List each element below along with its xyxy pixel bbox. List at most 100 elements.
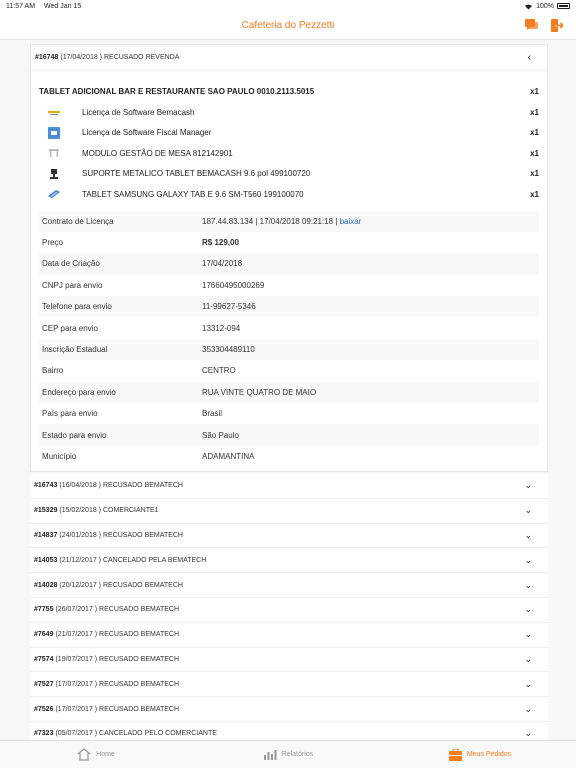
nav-actions (524, 18, 564, 32)
detail-row: CNPJ para envio 17660495000269 (39, 275, 539, 296)
product-name: TABLET ADICIONAL BAR E RESTAURANTE SAO P… (39, 87, 315, 96)
chevron-down-icon[interactable]: ⌄ (524, 604, 532, 615)
detail-row: Telefone para envio 11-99627-5346 (39, 296, 539, 318)
item-qty: x1 (530, 169, 539, 179)
detail-label: Endereço para envio (42, 387, 116, 397)
detail-value: CENTRO (202, 366, 236, 376)
home-icon (77, 748, 91, 761)
order-id: #7755 (34, 606, 54, 614)
detail-row: Inscrição Estadual 353304489110 (39, 338, 539, 361)
item-name: Licença de Software Bemacash (82, 107, 195, 117)
order-id: #16743 (34, 482, 58, 490)
detail-value: 187.44.83.134 | 17/04/2018 09:21:18 | ba… (202, 217, 539, 226)
item-qty: x1 (530, 107, 539, 117)
orders-icon (448, 748, 462, 761)
order-row[interactable]: #7755 (26/07/2017 ) RECUSADO BEMATECH ⌄ (30, 598, 548, 623)
order-header[interactable]: #16748 (17/04/2018 ) RECUSADO REVENDA ‹ (31, 45, 547, 71)
orders-list[interactable]: #16748 (17/04/2018 ) RECUSADO REVENDA ‹ … (0, 40, 576, 740)
detail-value: RUA VINTE QUATRO DE MAIO (202, 387, 317, 397)
order-row[interactable]: #14837 (24/01/2018 ) RECUSADO BEMATECH ⌄ (30, 523, 548, 549)
order-id: #7323 (34, 730, 54, 738)
item-name: Licença de Software Fiscal Manager (82, 128, 212, 138)
status-time: 11:57 AM (6, 2, 36, 10)
order-row[interactable]: #7574 (19/07/2017 ) RECUSADO BEMATECH ⌄ (30, 647, 548, 673)
order-row[interactable]: #7649 (21/07/2017 ) RECUSADO BEMATECH ⌄ (30, 622, 548, 648)
order-id: #7649 (34, 631, 54, 639)
tablet-stand-icon (47, 168, 61, 180)
list-item: MODULO GESTÃO DE MESA 812142901 x1 (31, 143, 547, 164)
list-item: Licença de Software Fiscal Manager x1 (31, 123, 547, 144)
detail-label: Município (42, 451, 77, 461)
chevron-down-icon[interactable]: ⌄ (524, 505, 532, 516)
chevron-down-icon[interactable]: ⌄ (524, 555, 532, 566)
detail-row: Endereço para envio RUA VINTE QUATRO DE … (39, 381, 539, 404)
detail-label: CNPJ para envio (42, 280, 103, 290)
chevron-left-icon[interactable]: ‹ (528, 52, 531, 63)
logout-icon[interactable] (550, 18, 564, 32)
detail-value: 17660495000269 (202, 280, 265, 290)
order-details: Contrato de Licença 187.44.83.134 | 17/0… (39, 210, 539, 468)
item-name: MODULO GESTÃO DE MESA 812142901 (82, 148, 233, 158)
order-id: #16748 (35, 54, 59, 61)
fiscal-manager-icon (47, 126, 61, 139)
contract-info: 187.44.83.134 | 17/04/2018 09:21:18 | (202, 216, 340, 226)
order-row[interactable]: #14053 (21/12/2017 ) CANCELADO PELA BEMAT… (30, 548, 548, 574)
chevron-down-icon[interactable]: ⌄ (524, 580, 532, 591)
order-meta: (17/07/2017 ) RECUSADO BEMATECH (55, 680, 180, 688)
list-item: Licença de Software Bemacash x1 (31, 102, 547, 123)
tablet-icon (47, 188, 61, 200)
detail-label: Telefone para envio (42, 302, 112, 312)
order-meta: (21/07/2017 ) RECUSADO BEMATECH (55, 631, 180, 639)
order-meta: (26/07/2017 ) RECUSADO BEMATECH (55, 606, 180, 614)
order-meta: (16/04/2018 ) RECUSADO BEMATECH (59, 482, 183, 490)
detail-value: 17/04/2018 (202, 259, 243, 269)
chevron-down-icon[interactable]: ⌄ (524, 728, 532, 739)
chevron-down-icon[interactable]: ⌄ (524, 629, 532, 640)
tab-bar: Home Relatórios Meus Pedidos (0, 740, 576, 768)
order-id: #14028 (34, 581, 58, 589)
order-meta: (21/12/2017 ) CANCELADO PELA BEMATECH (59, 556, 207, 564)
list-item: SUPORTE METALICO TABLET BEMACASH 9.6 pol… (31, 164, 547, 185)
order-row[interactable]: #7323 (05/07/2017 ) CANCELADO PELO COMERC… (30, 722, 548, 740)
chevron-down-icon[interactable]: ⌄ (524, 704, 532, 715)
order-row[interactable]: #16743 (16/04/2018 ) RECUSADO BEMATECH ⌄ (30, 474, 548, 499)
order-meta: (15/02/2018 ) COMERCIANTE1 (59, 507, 159, 515)
detail-row: Estado para envio São Paulo (39, 424, 539, 446)
chevron-down-icon[interactable]: ⌄ (524, 480, 532, 491)
tab-orders[interactable]: Meus Pedidos (384, 741, 576, 768)
detail-label: Estado para envio (42, 430, 107, 440)
order-meta: (17/07/2017 ) RECUSADO BEMATECH (55, 705, 180, 713)
order-id: #14053 (34, 556, 58, 564)
order-meta: (24/01/2018 ) RECUSADO BEMATECH (59, 531, 183, 539)
chat-icon[interactable] (524, 18, 538, 32)
nav-bar: Cafeteria do Pezzetti (0, 12, 576, 40)
order-row[interactable]: #14028 (20/12/2017 ) RECUSADO BEMATECH ⌄ (30, 573, 548, 598)
detail-label: Bairro (42, 366, 64, 376)
status-bar: 11:57 AM Wed Jan 15 100% (0, 0, 576, 12)
order-id: #7574 (34, 655, 54, 663)
detail-label: Inscrição Estadual (42, 345, 108, 355)
detail-value: Brasil (202, 409, 223, 419)
order-row[interactable]: #15329 (15/02/2018 ) COMERCIANTE1 ⌄ (30, 498, 548, 524)
download-link[interactable]: baixar (340, 217, 362, 226)
bemacash-logo-icon (47, 106, 61, 118)
chevron-down-icon[interactable]: ⌄ (524, 530, 532, 541)
order-row[interactable]: #7526 (17/07/2017 ) RECUSADO BEMATECH ⌄ (30, 697, 548, 722)
order-id: #15329 (34, 507, 58, 515)
page-title: Cafeteria do Pezzetti (241, 20, 335, 31)
price-value: R$ 129,00 (202, 238, 239, 248)
order-meta: (17/04/2018 ) RECUSADO REVENDA (60, 54, 180, 61)
reports-icon (263, 750, 277, 760)
list-item: TABLET SAMSUNG GALAXY TAB E 9.6 SM-T560 … (31, 184, 547, 205)
detail-value: 353304489110 (202, 345, 255, 355)
tab-home[interactable]: Home (0, 741, 192, 768)
chevron-down-icon[interactable]: ⌄ (524, 679, 532, 690)
product-row: TABLET ADICIONAL BAR E RESTAURANTE SAO P… (31, 71, 547, 102)
chevron-down-icon[interactable]: ⌄ (524, 654, 532, 665)
order-row[interactable]: #7527 (17/07/2017 ) RECUSADO BEMATECH ⌄ (30, 672, 548, 698)
table-module-icon (47, 147, 61, 159)
detail-row: Preço R$ 129,00 (39, 232, 539, 253)
tab-reports[interactable]: Relatórios (192, 741, 384, 768)
detail-label: Preço (42, 238, 63, 248)
order-id: #14837 (34, 531, 58, 539)
